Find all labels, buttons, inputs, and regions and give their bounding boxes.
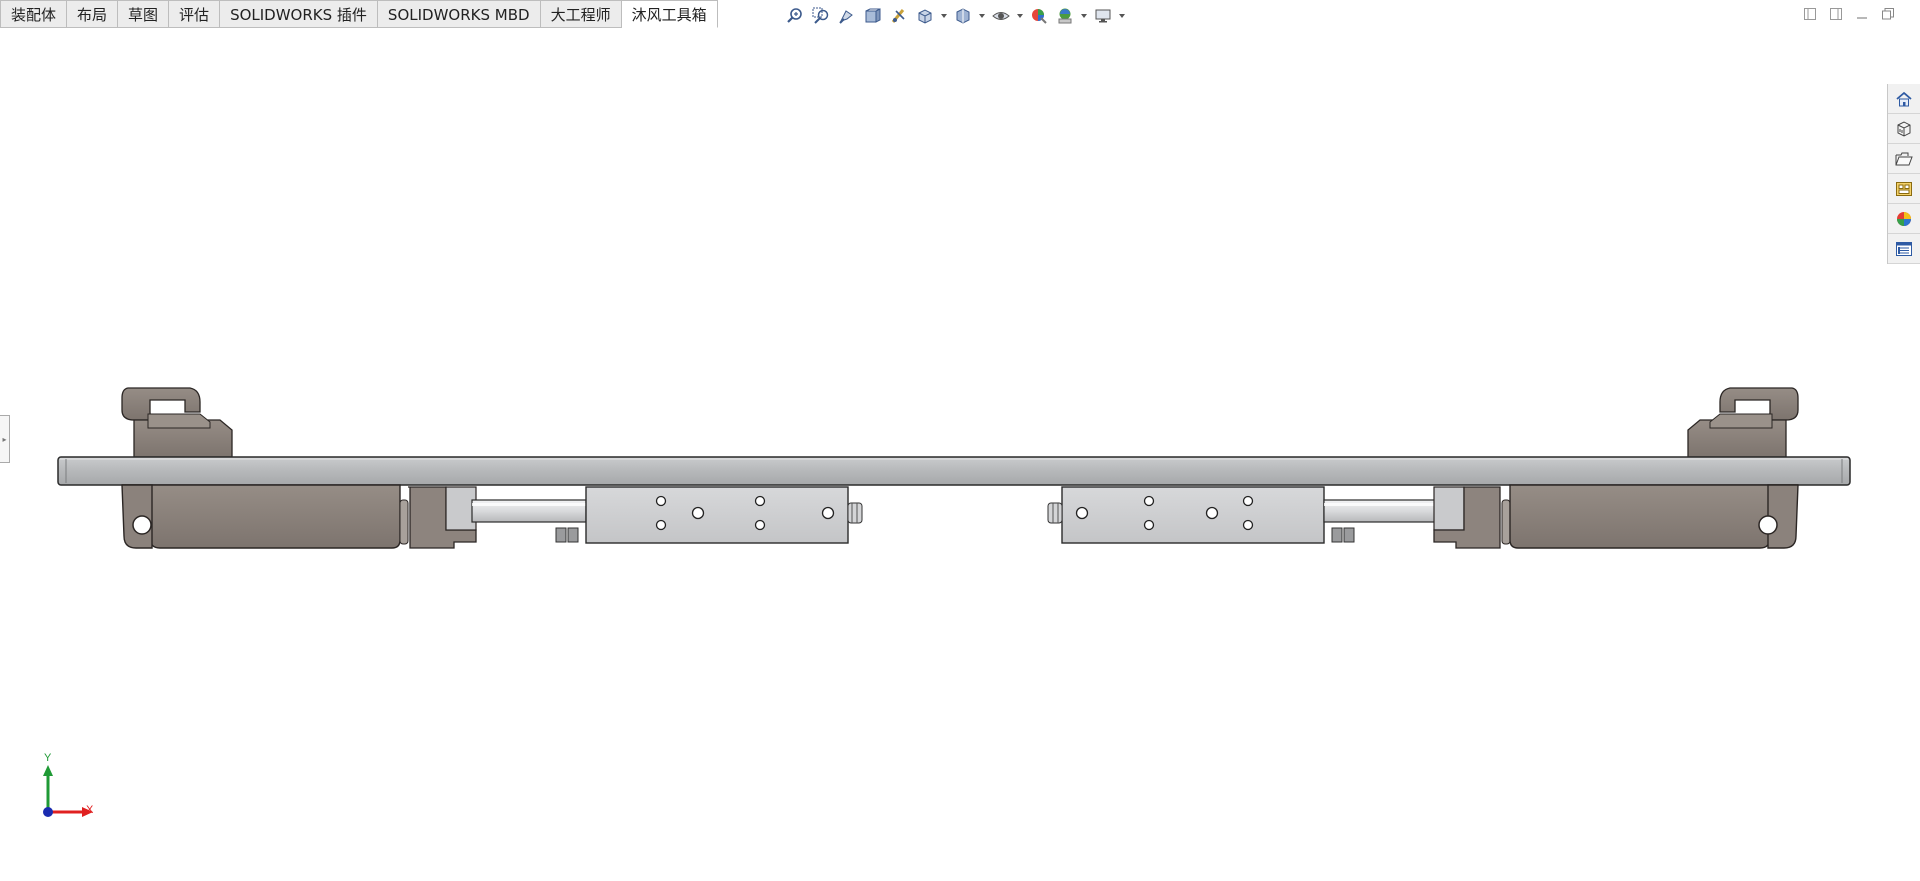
y-axis-label: Y [44, 752, 52, 764]
right-cylinder-housing[interactable] [1433, 484, 1799, 549]
z-axis-origin [43, 807, 53, 817]
right-slide-cylinder[interactable] [1047, 486, 1439, 544]
base-plate[interactable] [57, 456, 1851, 486]
reference-triad: Y X [40, 752, 100, 820]
x-axis-label: X [86, 804, 94, 816]
left-slide-cylinder[interactable] [471, 486, 863, 544]
right-clamp-hook[interactable] [1687, 387, 1799, 458]
graphics-area[interactable] [0, 0, 1920, 881]
left-clamp-hook[interactable] [121, 387, 233, 458]
left-cylinder-housing[interactable] [121, 484, 477, 549]
